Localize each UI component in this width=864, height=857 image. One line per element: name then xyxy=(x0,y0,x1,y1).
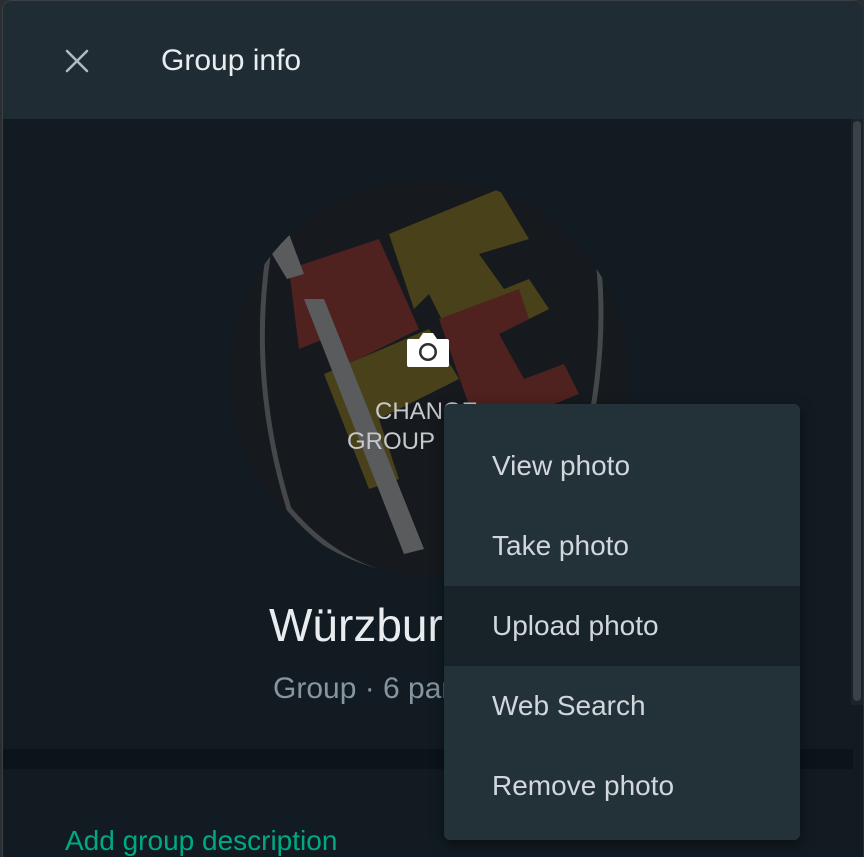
menu-item-view-photo[interactable]: View photo xyxy=(444,426,800,506)
menu-item-remove-photo[interactable]: Remove photo xyxy=(444,746,800,826)
close-icon xyxy=(65,49,89,73)
group-name[interactable]: Würzburg xyxy=(269,597,468,653)
add-description-link[interactable]: Add group description xyxy=(65,823,337,857)
close-button[interactable] xyxy=(53,35,101,87)
photo-context-menu: View photo Take photo Upload photo Web S… xyxy=(444,404,800,840)
camera-icon xyxy=(407,333,449,367)
page-title: Group info xyxy=(161,44,302,77)
panel-header: Group info xyxy=(3,1,863,119)
menu-item-upload-photo[interactable]: Upload photo xyxy=(444,586,800,666)
menu-item-web-search[interactable]: Web Search xyxy=(444,666,800,746)
menu-item-take-photo[interactable]: Take photo xyxy=(444,506,800,586)
scrollbar-thumb[interactable] xyxy=(853,121,861,701)
